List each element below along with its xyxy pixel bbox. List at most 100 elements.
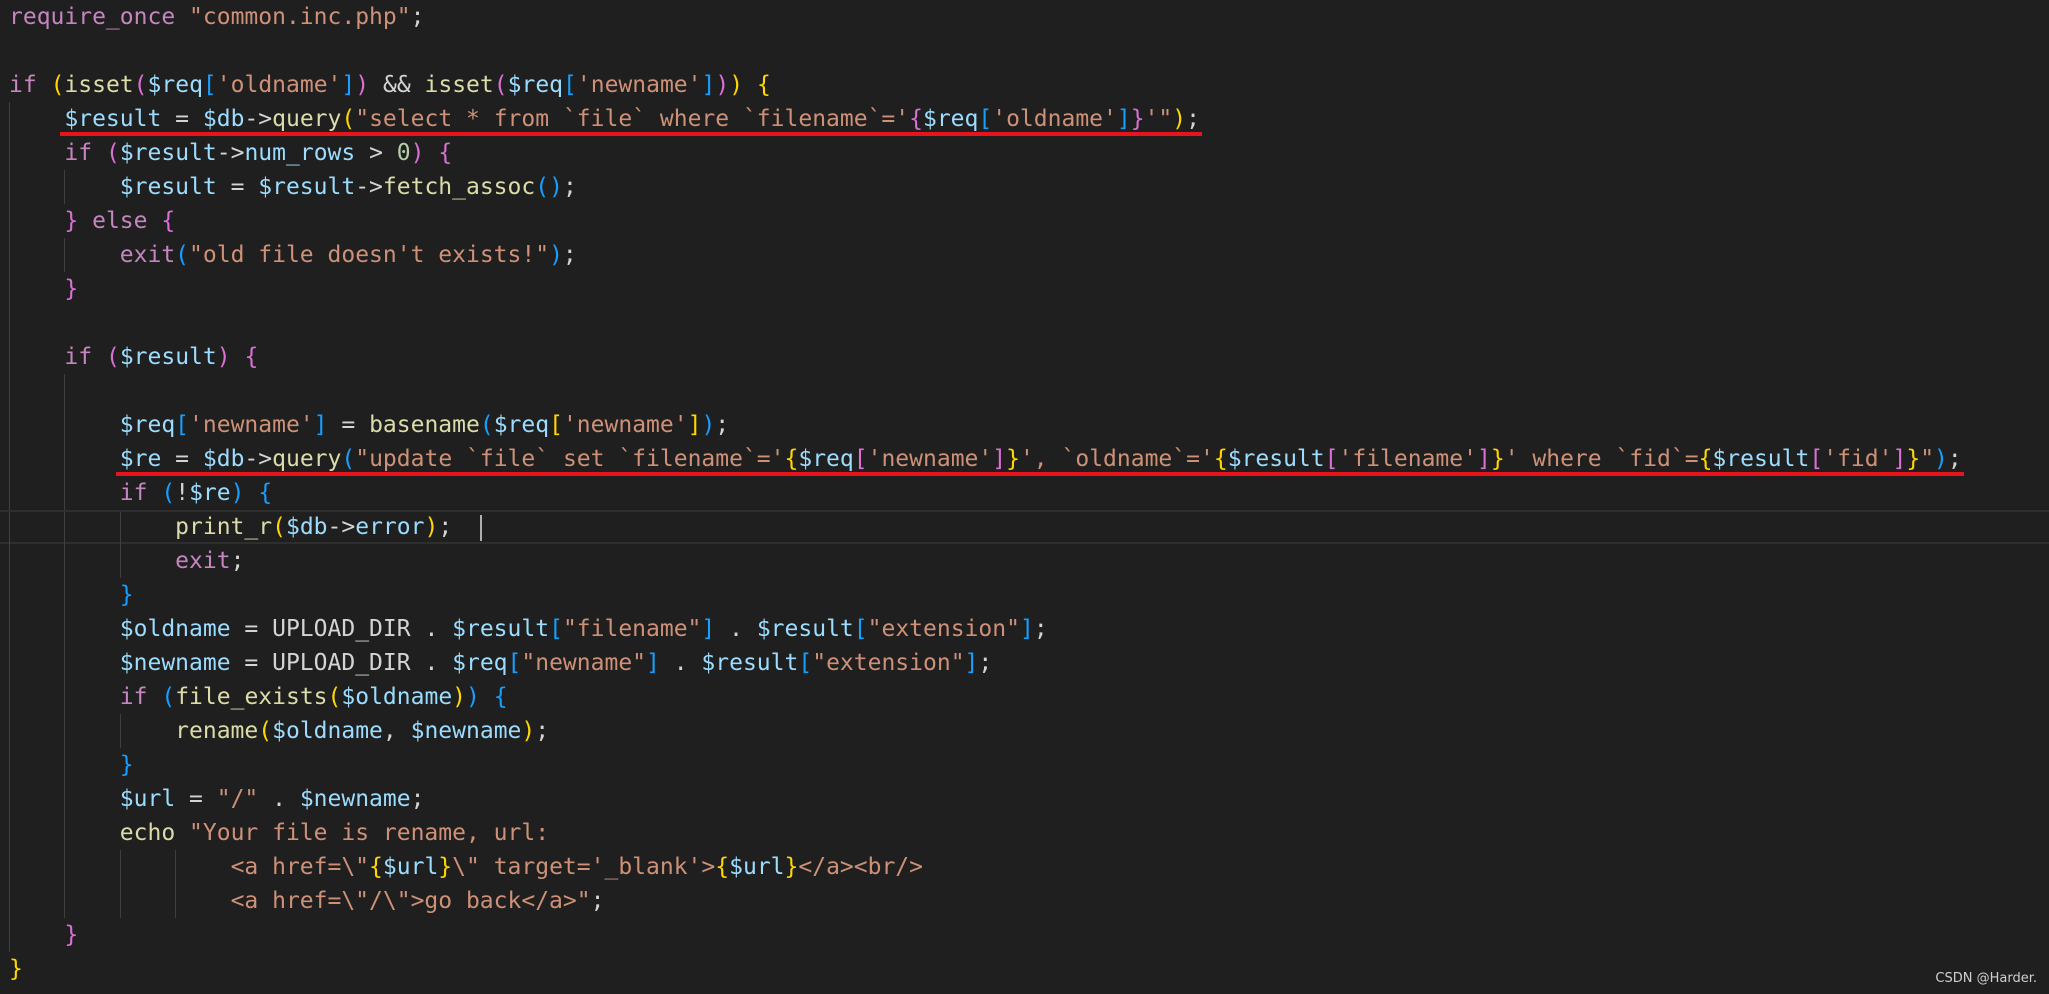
code-line[interactable]: $url = "/" . $newname; bbox=[0, 782, 2049, 816]
code-token: ; bbox=[410, 786, 425, 812]
code-line[interactable]: if (!$re) { bbox=[0, 476, 2049, 510]
code-token: [ bbox=[563, 72, 577, 98]
code-token: exit bbox=[175, 548, 231, 574]
code-token: $req bbox=[119, 412, 176, 438]
code-line[interactable]: $oldname = UPLOAD_DIR . $result["filenam… bbox=[0, 612, 2049, 646]
code-token: $req bbox=[798, 446, 854, 472]
code-line[interactable]: print_r($db->error); bbox=[0, 510, 2049, 546]
code-token: num_rows bbox=[244, 140, 356, 166]
code-token: <a href=\" bbox=[230, 854, 370, 880]
code-line[interactable]: } bbox=[0, 272, 2049, 306]
code-token: $req bbox=[507, 72, 564, 98]
code-token: { bbox=[909, 106, 923, 132]
code-token: file_exists bbox=[175, 684, 328, 710]
code-line[interactable]: if (file_exists($oldname)) { bbox=[0, 680, 2049, 714]
code-line[interactable]: exit("old file doesn't exists!"); bbox=[0, 238, 2049, 272]
code-token: 'oldname' bbox=[216, 72, 342, 98]
code-line[interactable]: <a href=\"{$url}\" target='_blank'>{$url… bbox=[0, 850, 2049, 884]
code-token: } bbox=[1006, 446, 1020, 472]
code-token: . bbox=[258, 786, 300, 812]
code-token: [ bbox=[798, 650, 813, 676]
code-token: ) bbox=[355, 72, 370, 98]
code-text: $result = $db->query("select * from `fil… bbox=[9, 102, 1200, 136]
code-line[interactable] bbox=[0, 374, 2049, 408]
code-token: if bbox=[119, 684, 148, 710]
code-token: ) bbox=[1934, 446, 1948, 472]
code-line[interactable] bbox=[0, 34, 2049, 68]
code-token: [ bbox=[1324, 446, 1339, 472]
code-token: ; bbox=[590, 888, 605, 914]
code-token: 'newname' bbox=[189, 412, 314, 438]
code-token: -> bbox=[216, 140, 245, 166]
code-token: if bbox=[119, 480, 148, 506]
code-token: $result bbox=[1227, 446, 1325, 472]
code-token: $oldname bbox=[341, 684, 453, 710]
code-token: { bbox=[1213, 446, 1228, 472]
code-text: rename($oldname, $newname); bbox=[9, 714, 549, 748]
code-token: else bbox=[92, 208, 148, 234]
code-token: "extension" bbox=[867, 616, 1020, 642]
code-line[interactable]: $result = $db->query("select * from `fil… bbox=[0, 102, 2049, 136]
code-token: '" bbox=[1144, 106, 1173, 132]
code-token: query bbox=[272, 446, 342, 472]
code-line[interactable]: rename($oldname, $newname); bbox=[0, 714, 2049, 748]
code-token: , bbox=[382, 718, 411, 744]
code-token: ] bbox=[1019, 616, 1034, 642]
code-token: ] bbox=[646, 650, 660, 676]
code-line[interactable]: } bbox=[0, 918, 2049, 952]
code-line[interactable]: } bbox=[0, 952, 2049, 986]
code-token: ) bbox=[549, 242, 563, 268]
code-token: $re bbox=[119, 446, 162, 472]
code-line[interactable]: $result = $result->fetch_assoc(); bbox=[0, 170, 2049, 204]
code-text: if (!$re) { bbox=[9, 476, 272, 510]
code-token: if bbox=[64, 140, 93, 166]
code-token: ( bbox=[258, 718, 273, 744]
code-token: = bbox=[230, 650, 273, 676]
code-token: $req bbox=[452, 650, 508, 676]
code-token: $req bbox=[147, 72, 203, 98]
code-token: } bbox=[1906, 446, 1921, 472]
code-token: 'newname' bbox=[576, 72, 702, 98]
code-line[interactable]: $req['newname'] = basename($req['newname… bbox=[0, 408, 2049, 442]
code-token: ) bbox=[715, 72, 730, 98]
code-token: <a href=\"/\">go back</a>" bbox=[230, 888, 591, 914]
code-line[interactable]: if (isset($req['oldname']) && isset($req… bbox=[0, 68, 2049, 102]
code-line[interactable]: if ($result) { bbox=[0, 340, 2049, 374]
code-line[interactable]: exit; bbox=[0, 544, 2049, 578]
code-token: $re bbox=[189, 480, 231, 506]
code-line[interactable]: echo "Your file is rename, url: bbox=[0, 816, 2049, 850]
code-token: [ bbox=[978, 106, 993, 132]
code-line[interactable]: } bbox=[0, 748, 2049, 782]
code-token: rename bbox=[175, 718, 259, 744]
code-token: 'fid' bbox=[1823, 446, 1893, 472]
code-token: } bbox=[1130, 106, 1145, 132]
code-token: $url bbox=[119, 786, 176, 812]
code-editor[interactable]: require_once "common.inc.php"; if (isset(… bbox=[0, 0, 2049, 994]
code-line[interactable]: } else { bbox=[0, 204, 2049, 238]
code-token: $result bbox=[258, 174, 356, 200]
code-text: } bbox=[9, 272, 78, 306]
code-token: ; bbox=[1186, 106, 1200, 132]
code-line[interactable]: $newname = UPLOAD_DIR . $req["newname"] … bbox=[0, 646, 2049, 680]
code-token: ; bbox=[1947, 446, 1962, 472]
code-line[interactable]: $re = $db->query("update `file` set `fil… bbox=[0, 442, 2049, 476]
code-line[interactable]: require_once "common.inc.php"; bbox=[0, 0, 2049, 34]
code-token: } bbox=[9, 956, 23, 982]
code-line[interactable] bbox=[0, 306, 2049, 340]
code-token: $result bbox=[452, 616, 550, 642]
code-token: [ bbox=[549, 412, 563, 438]
code-line[interactable]: } bbox=[0, 578, 2049, 612]
code-line[interactable]: <a href=\"/\">go back</a>"; bbox=[0, 884, 2049, 918]
code-token: { bbox=[784, 446, 799, 472]
code-token: ; bbox=[562, 242, 577, 268]
code-line[interactable]: if ($result->num_rows > 0) { bbox=[0, 136, 2049, 170]
code-token: ; bbox=[230, 548, 245, 574]
code-text: } bbox=[9, 748, 134, 782]
